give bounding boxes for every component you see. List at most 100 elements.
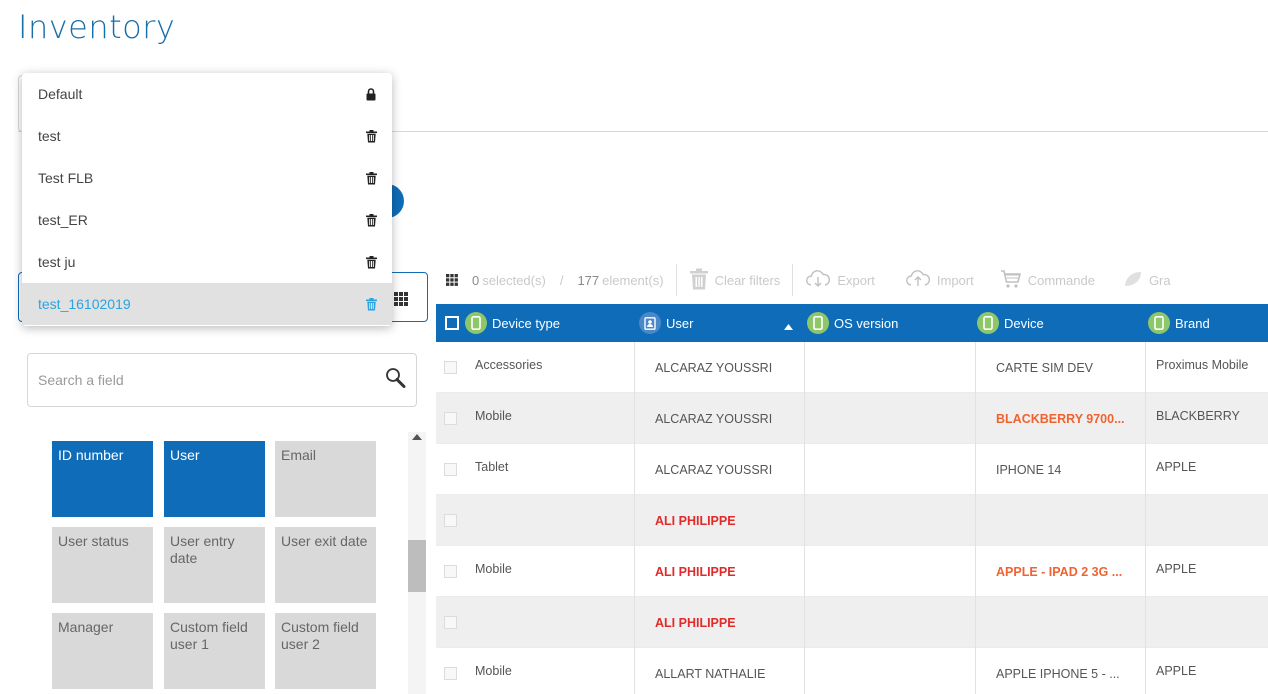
cell-device-type: Mobile <box>465 648 635 694</box>
truncated-action-button[interactable]: Gra <box>1123 270 1171 291</box>
clear-filters-button[interactable]: Clear filters <box>689 268 781 293</box>
leaf-icon <box>1123 270 1143 291</box>
cell-device[interactable]: CARTE SIM DEV <box>976 342 1146 393</box>
cell-device[interactable]: APPLE IPHONE 5 - ... <box>976 648 1146 694</box>
column-label: Device <box>1004 315 1044 331</box>
column-header-brand[interactable]: Brand <box>1146 304 1268 342</box>
view-item-test-ju[interactable]: test ju <box>22 241 392 283</box>
cell-user[interactable]: ALI PHILIPPE <box>635 546 805 597</box>
export-button[interactable]: Export <box>805 269 875 291</box>
cell-device[interactable]: BLACKBERRY 9700... <box>976 393 1146 444</box>
grid-icon[interactable] <box>394 292 408 311</box>
scroll-up-arrow-icon[interactable] <box>412 434 422 440</box>
cell-brand <box>1146 495 1268 546</box>
row-checkbox-cell[interactable] <box>436 597 465 648</box>
table-toolbar: 0 selected(s) / 177 element(s) Clear fil… <box>436 258 1268 302</box>
field-tile-custom-field-user-1[interactable]: Custom field user 1 <box>164 613 265 689</box>
cell-device[interactable]: IPHONE 14 <box>976 444 1146 495</box>
table-row[interactable]: ALI PHILIPPE <box>436 597 1268 648</box>
row-checkbox-cell[interactable] <box>436 546 465 597</box>
column-header-user[interactable]: User <box>635 304 805 342</box>
field-tile-custom-field-user-2[interactable]: Custom field user 2 <box>275 613 376 689</box>
trash-icon[interactable] <box>364 212 378 228</box>
cell-device-type: Accessories <box>465 342 635 393</box>
commande-button[interactable]: Commande <box>1000 269 1095 292</box>
sort-ascending-icon[interactable] <box>784 318 793 333</box>
cell-user[interactable]: ALCARAZ YOUSSRI <box>635 342 805 393</box>
cell-device-type: Tablet <box>465 444 635 495</box>
cell-device[interactable]: APPLE - IPAD 2 3G ... <box>976 546 1146 597</box>
inventory-page: Inventory Default test Test FLB test_ER <box>0 0 1268 694</box>
row-checkbox[interactable] <box>444 412 457 425</box>
total-count: 177 <box>577 272 600 288</box>
row-checkbox[interactable] <box>444 514 457 527</box>
row-checkbox[interactable] <box>444 463 457 476</box>
mobile-device-icon <box>465 312 487 334</box>
mobile-device-icon <box>977 312 999 334</box>
table-row[interactable]: Mobile ALCARAZ YOUSSRI BLACKBERRY 9700..… <box>436 393 1268 444</box>
cart-icon <box>1000 269 1022 292</box>
mobile-device-icon <box>807 312 829 334</box>
table-row[interactable]: ALI PHILIPPE <box>436 495 1268 546</box>
search-icon[interactable] <box>384 367 406 394</box>
field-scrollbar[interactable] <box>408 432 426 694</box>
column-label: OS version <box>834 315 899 331</box>
trash-icon[interactable] <box>364 254 378 270</box>
trash-icon[interactable] <box>364 296 378 312</box>
column-label: User <box>666 315 694 331</box>
cell-device[interactable] <box>976 495 1146 546</box>
toolbar-divider <box>792 264 794 296</box>
select-all-checkbox[interactable] <box>445 316 459 330</box>
view-item-test-er[interactable]: test_ER <box>22 199 392 241</box>
cell-os-version <box>805 495 976 546</box>
row-checkbox[interactable] <box>444 616 457 629</box>
cell-device-type <box>465 495 635 546</box>
row-checkbox-cell[interactable] <box>436 444 465 495</box>
trash-icon[interactable] <box>364 128 378 144</box>
view-item-test-16102019[interactable]: test_16102019 <box>22 283 392 325</box>
column-header-device-type[interactable]: Device type <box>436 304 635 342</box>
cloud-download-icon <box>805 269 831 291</box>
row-checkbox[interactable] <box>444 667 457 680</box>
view-item-test-flb[interactable]: Test FLB <box>22 157 392 199</box>
table-header: Device type User OS version Device Brand <box>436 304 1268 342</box>
field-search <box>27 353 417 407</box>
search-field-input[interactable] <box>38 372 384 388</box>
row-checkbox-cell[interactable] <box>436 648 465 694</box>
cell-device[interactable] <box>976 597 1146 648</box>
field-tile-manager[interactable]: Manager <box>52 613 153 689</box>
field-tile-user-exit-date[interactable]: User exit date <box>275 527 376 603</box>
cell-user[interactable]: ALI PHILIPPE <box>635 495 805 546</box>
import-button[interactable]: Import <box>905 269 974 291</box>
view-item-default[interactable]: Default <box>22 73 392 115</box>
view-item-test[interactable]: test <box>22 115 392 157</box>
cell-os-version <box>805 546 976 597</box>
view-item-label: test_ER <box>38 212 88 228</box>
mobile-device-icon <box>1148 312 1170 334</box>
scroll-thumb[interactable] <box>408 540 426 592</box>
field-tile-user[interactable]: User <box>164 441 265 517</box>
row-checkbox-cell[interactable] <box>436 342 465 393</box>
table-row[interactable]: Accessories ALCARAZ YOUSSRI CARTE SIM DE… <box>436 342 1268 393</box>
table-row[interactable]: Mobile ALI PHILIPPE APPLE - IPAD 2 3G ..… <box>436 546 1268 597</box>
column-header-os-version[interactable]: OS version <box>805 304 975 342</box>
field-tile-user-status[interactable]: User status <box>52 527 153 603</box>
cell-user[interactable]: ALCARAZ YOUSSRI <box>635 393 805 444</box>
cell-user[interactable]: ALLART NATHALIE <box>635 648 805 694</box>
row-checkbox-cell[interactable] <box>436 393 465 444</box>
field-tile-user-entry-date[interactable]: User entry date <box>164 527 265 603</box>
row-checkbox-cell[interactable] <box>436 495 465 546</box>
cell-user[interactable]: ALI PHILIPPE <box>635 597 805 648</box>
field-tile-email[interactable]: Email <box>275 441 376 517</box>
row-checkbox[interactable] <box>444 565 457 578</box>
row-checkbox[interactable] <box>444 361 457 374</box>
cell-user[interactable]: ALCARAZ YOUSSRI <box>635 444 805 495</box>
clear-filters-label: Clear filters <box>714 272 781 288</box>
grid-icon[interactable] <box>446 274 458 286</box>
field-tile-id-number[interactable]: ID number <box>52 441 153 517</box>
table-row[interactable]: Tablet ALCARAZ YOUSSRI IPHONE 14 APPLE <box>436 444 1268 495</box>
cell-brand <box>1146 597 1268 648</box>
table-row[interactable]: Mobile ALLART NATHALIE APPLE IPHONE 5 - … <box>436 648 1268 694</box>
column-header-device[interactable]: Device <box>975 304 1146 342</box>
trash-icon[interactable] <box>364 170 378 186</box>
